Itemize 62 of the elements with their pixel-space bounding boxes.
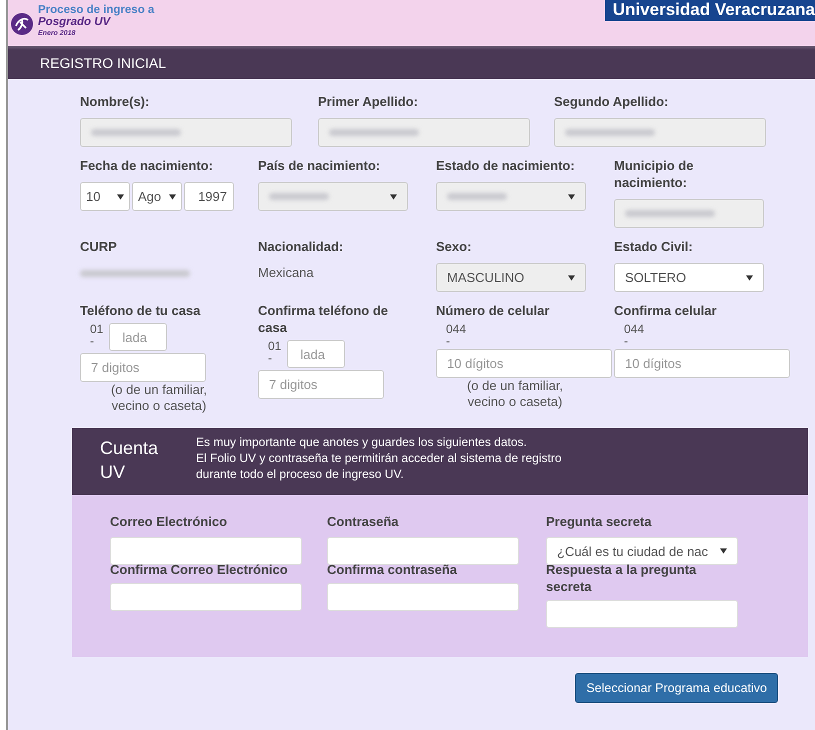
year-input[interactable]: 1997 xyxy=(184,182,234,211)
field-label: CURP xyxy=(80,238,117,255)
area-prefix: 044 xyxy=(446,323,466,335)
app-title: Proceso de ingreso a xyxy=(38,4,154,16)
field-value: Mexicana xyxy=(258,264,314,282)
panel-title: Cuenta UV xyxy=(100,437,160,484)
field-label: Correo Electrónico xyxy=(110,513,228,530)
field-label: Estado Civil: xyxy=(614,238,693,255)
phone-input[interactable]: 10 dígitos xyxy=(614,349,790,378)
helper-note: (o de un familiar, vecino o caseta) xyxy=(110,382,208,414)
dropdown-caret-icon xyxy=(117,194,124,200)
field-label: Nombre(s): xyxy=(80,93,150,110)
phone-input[interactable]: 10 dígitos xyxy=(436,349,612,378)
app-subtitle: Posgrado UV xyxy=(38,16,112,28)
prefix-dash: - xyxy=(90,335,95,347)
field-label: Primer Apellido: xyxy=(318,93,418,110)
dropdown-caret-icon xyxy=(746,274,753,280)
prefix-dash: - xyxy=(624,335,629,347)
area-prefix: 044 xyxy=(624,323,644,335)
input-field[interactable] xyxy=(327,583,519,611)
field-label: Fecha de nacimiento: xyxy=(80,157,213,174)
day-select[interactable]: 10 xyxy=(80,182,130,211)
dropdown-caret-icon xyxy=(390,194,397,200)
field-label: Estado de nacimiento: xyxy=(436,157,575,174)
submit-button[interactable]: Seleccionar Programa educativo xyxy=(575,673,778,703)
lada-input[interactable]: lada xyxy=(109,323,168,351)
section-title: REGISTRO INICIAL xyxy=(40,54,166,70)
notice-text: Es muy importante que anotes y guardes los siguientes datos. El Folio UV y contraseña te permitirán acceder al sistema de registro durante todo el proceso de ingreso UV. xyxy=(196,434,562,483)
field-label: Confirma Correo Electrónico xyxy=(110,561,289,578)
field-label: Confirma teléfono de casa xyxy=(258,302,390,336)
dropdown-caret-icon xyxy=(720,548,727,554)
field-label: Segundo Apellido: xyxy=(554,93,668,110)
field-label: Sexo: xyxy=(436,238,472,255)
field-label: Confirma contraseña xyxy=(327,561,458,578)
phone-input[interactable]: 7 digitos xyxy=(258,370,384,399)
area-prefix: 01 xyxy=(90,323,104,335)
input-field[interactable] xyxy=(110,537,302,565)
area-prefix: 01 xyxy=(268,340,282,352)
select-field[interactable]: SOLTERO xyxy=(614,263,764,292)
prefix-dash: - xyxy=(446,335,451,347)
lada-input[interactable]: lada xyxy=(287,340,346,368)
dropdown-caret-icon xyxy=(169,194,176,200)
field-label: Pregunta secreta xyxy=(546,513,652,530)
university-banner: Universidad Veracruzana xyxy=(604,0,815,21)
field-label: Teléfono de tu casa xyxy=(80,302,200,319)
month-select[interactable]: Ago xyxy=(132,182,182,211)
field-label: País de nacimiento: xyxy=(258,157,380,174)
field-label: Municipio de nacimiento: xyxy=(614,157,694,191)
dropdown-caret-icon xyxy=(568,274,575,280)
field-label: Confirma celular xyxy=(614,302,717,319)
input-field[interactable] xyxy=(327,537,519,565)
input-field[interactable] xyxy=(110,583,302,611)
phone-input[interactable]: 7 digitos xyxy=(80,353,206,382)
input-field[interactable] xyxy=(546,600,738,628)
prefix-dash: - xyxy=(268,352,273,364)
select-field[interactable]: ¿Cuál es tu ciudad de nac xyxy=(546,537,738,565)
field-label: Contraseña xyxy=(327,513,400,530)
dropdown-caret-icon xyxy=(568,194,575,200)
field-label: Número de celular xyxy=(436,302,550,319)
field-label: Nacionalidad: xyxy=(258,238,344,255)
logo-icon xyxy=(10,12,34,36)
helper-note: (o de un familiar, vecino o caseta) xyxy=(466,378,564,410)
